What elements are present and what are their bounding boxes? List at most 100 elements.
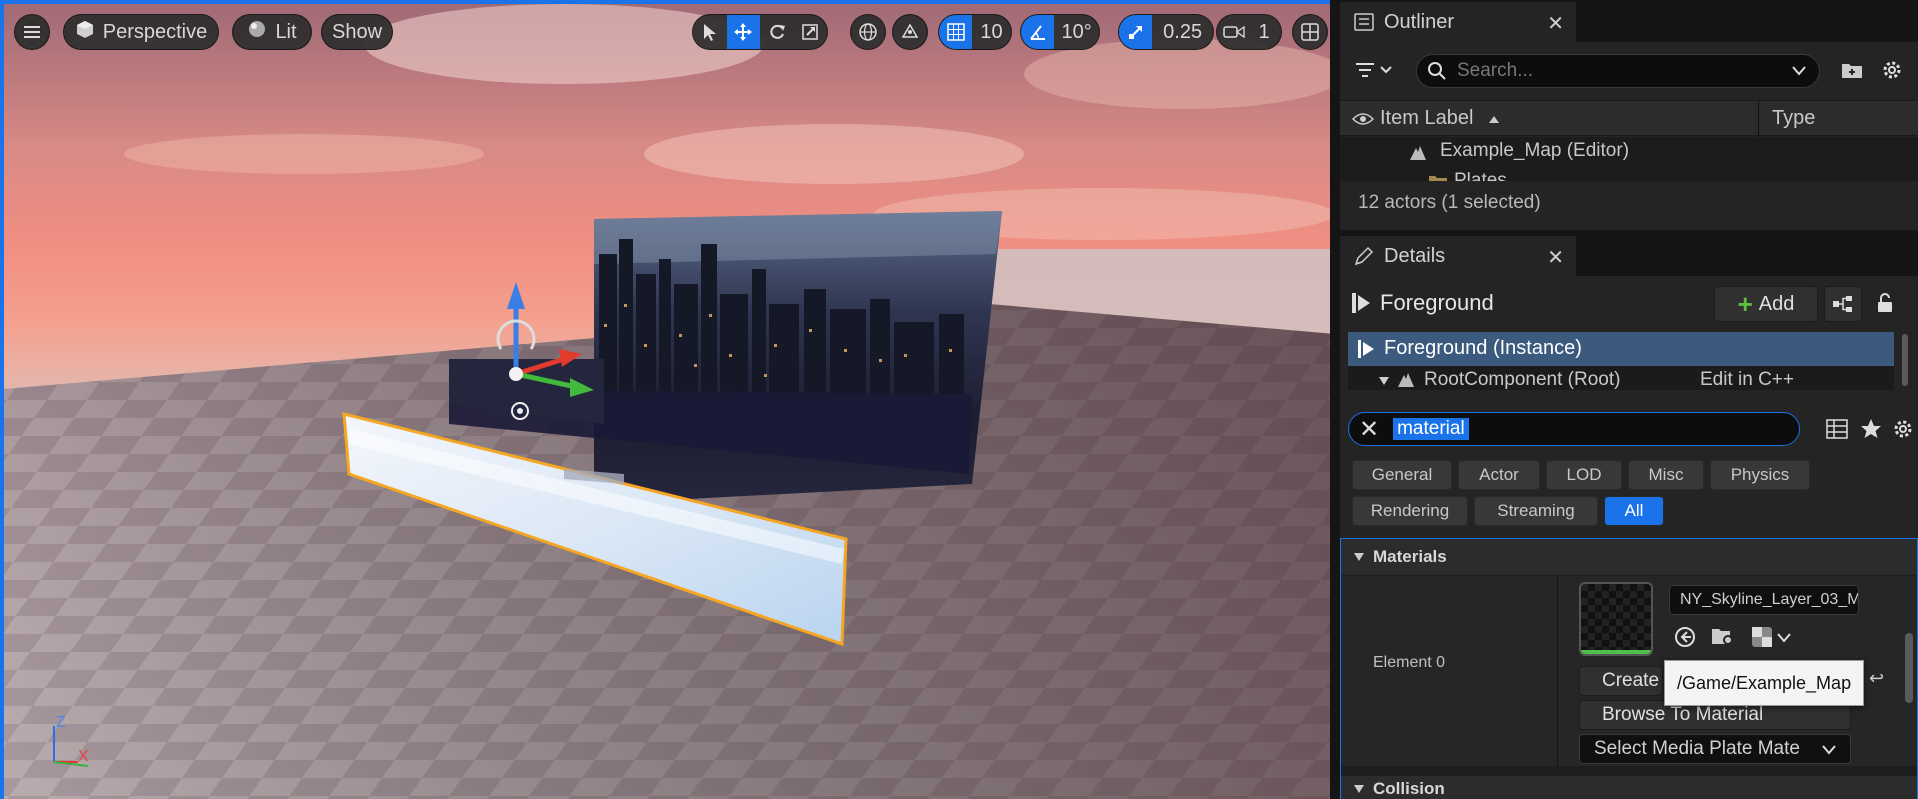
video-camera-icon bbox=[1223, 25, 1245, 39]
reset-icon[interactable]: ↩ bbox=[1869, 668, 1884, 689]
search-icon bbox=[1428, 62, 1446, 80]
outliner-search-input[interactable]: Search... bbox=[1416, 54, 1820, 88]
camera-speed-value: 1 bbox=[1258, 20, 1270, 43]
root-component-row[interactable]: RootComponent (Root) Edit in C++ bbox=[1348, 368, 1894, 390]
grid-snap-toggle[interactable] bbox=[939, 15, 973, 49]
rotate-icon bbox=[770, 24, 785, 39]
pencil-icon bbox=[1354, 246, 1374, 266]
filter-icon bbox=[1356, 63, 1392, 77]
details-scrollbar[interactable] bbox=[1905, 633, 1913, 703]
materials-header[interactable]: Materials bbox=[1341, 539, 1917, 575]
close-icon[interactable]: ✕ bbox=[1547, 11, 1564, 36]
category-physics[interactable]: Physics bbox=[1710, 460, 1810, 490]
perspective-button[interactable]: Perspective bbox=[63, 14, 219, 50]
property-divider[interactable] bbox=[1557, 576, 1558, 766]
scale-tool[interactable] bbox=[794, 15, 828, 49]
triangle-down-icon bbox=[1354, 553, 1364, 561]
eye-icon[interactable] bbox=[1352, 111, 1374, 127]
sort-ascending-icon bbox=[1489, 116, 1499, 123]
tab-details[interactable]: Details ✕ bbox=[1340, 236, 1576, 276]
world-local-toggle[interactable] bbox=[850, 14, 886, 50]
triangle-down-icon bbox=[1379, 377, 1389, 385]
browse-folder-icon[interactable] bbox=[1711, 626, 1737, 648]
category-lod[interactable]: LOD bbox=[1546, 460, 1622, 490]
grid-size-value[interactable]: 10 bbox=[972, 15, 1011, 49]
show-button[interactable]: Show bbox=[321, 14, 393, 50]
category-actor[interactable]: Actor bbox=[1458, 460, 1540, 490]
material-thumbnail[interactable] bbox=[1579, 582, 1653, 656]
create-button[interactable]: Create bbox=[1579, 666, 1663, 696]
scale-snap-group: 0.25 bbox=[1118, 14, 1214, 50]
globe-icon bbox=[859, 23, 877, 41]
outliner-row-plates: Plates bbox=[1454, 170, 1507, 181]
material-name: NY_Skyline_Layer_03_Mat bbox=[1680, 591, 1859, 608]
tab-outliner[interactable]: Outliner ✕ bbox=[1340, 2, 1576, 42]
category-all[interactable]: All bbox=[1604, 496, 1664, 526]
add-folder-button[interactable] bbox=[1836, 54, 1868, 86]
details-search-input[interactable]: ✕ material bbox=[1348, 412, 1800, 446]
column-divider[interactable] bbox=[1758, 101, 1759, 137]
component-instance-row[interactable]: Foreground (Instance) bbox=[1348, 332, 1894, 366]
outliner-panel: Search... Item Label Type Example_Map (E… bbox=[1340, 42, 1918, 230]
blueprint-button[interactable] bbox=[1824, 286, 1862, 322]
show-label: Show bbox=[331, 20, 383, 43]
rotation-snap-value[interactable]: 10° bbox=[1054, 15, 1099, 49]
component-instance-label: Foreground (Instance) bbox=[1384, 337, 1582, 359]
rotate-tool[interactable] bbox=[760, 15, 794, 49]
list-item[interactable]: Example_Map (Editor) bbox=[1340, 137, 1918, 167]
category-misc[interactable]: Misc bbox=[1628, 460, 1704, 490]
outliner-row-map: Example_Map (Editor) bbox=[1440, 140, 1630, 161]
folder-add-icon bbox=[1842, 64, 1862, 78]
camera-icon-seg bbox=[1217, 15, 1251, 49]
translate-tool[interactable] bbox=[726, 15, 760, 49]
surface-snapping-toggle[interactable] bbox=[892, 14, 928, 50]
collision-header[interactable]: Collision bbox=[1341, 776, 1917, 799]
viewport-layout-button[interactable] bbox=[1292, 14, 1328, 50]
plus-icon: + bbox=[1737, 288, 1753, 319]
close-icon[interactable]: ✕ bbox=[1547, 245, 1564, 270]
chevron-down-icon bbox=[1822, 745, 1836, 755]
category-streaming[interactable]: Streaming bbox=[1474, 496, 1598, 526]
col-type[interactable]: Type bbox=[1772, 107, 1815, 130]
unlock-icon[interactable] bbox=[1876, 292, 1896, 314]
lit-sphere-icon bbox=[247, 19, 267, 45]
move-icon bbox=[734, 23, 753, 41]
right-panel: Outliner ✕ Search... Item Label Type Exa… bbox=[1330, 0, 1918, 799]
select-media-plate-material-dropdown[interactable]: Select Media Plate Mate bbox=[1579, 734, 1851, 764]
add-component-button[interactable]: + Add bbox=[1714, 286, 1818, 322]
edit-in-cpp-link[interactable]: Edit in C++ bbox=[1700, 369, 1794, 390]
material-asset-field[interactable]: NY_Skyline_Layer_03_Mat bbox=[1669, 585, 1859, 615]
rotation-snap-toggle[interactable] bbox=[1021, 15, 1055, 49]
category-rendering[interactable]: Rendering bbox=[1352, 496, 1468, 526]
scene-render[interactable] bbox=[4, 4, 1330, 799]
lit-button[interactable]: Lit bbox=[232, 14, 312, 50]
clear-search-icon[interactable]: ✕ bbox=[1359, 415, 1379, 444]
list-item[interactable]: Plates bbox=[1340, 167, 1918, 181]
scale-snap-toggle[interactable] bbox=[1119, 15, 1153, 49]
select-tool[interactable] bbox=[693, 15, 727, 49]
table-view-icon[interactable] bbox=[1826, 419, 1848, 439]
chevron-down-icon[interactable] bbox=[1777, 633, 1791, 643]
grid-snap-group: 10 bbox=[938, 14, 1012, 50]
checker-material-icon[interactable] bbox=[1751, 626, 1773, 648]
filter-button[interactable] bbox=[1352, 54, 1396, 86]
cube-icon bbox=[75, 19, 95, 45]
browse-label: Browse To Material bbox=[1602, 704, 1764, 725]
camera-speed-group[interactable]: 1 bbox=[1216, 14, 1282, 50]
component-tree-scrollbar[interactable] bbox=[1902, 334, 1908, 386]
use-selected-icon[interactable] bbox=[1673, 625, 1697, 649]
gear-icon[interactable] bbox=[1892, 418, 1914, 440]
outliner-search-placeholder: Search... bbox=[1457, 60, 1534, 81]
scene-component-icon bbox=[1398, 373, 1414, 387]
level-viewport[interactable]: Perspective Lit Show 10 10° 0.25 1 Z X bbox=[0, 0, 1330, 799]
add-label: Add bbox=[1758, 292, 1795, 315]
element-0-label: Element 0 bbox=[1373, 654, 1446, 671]
scale-icon bbox=[802, 24, 818, 40]
star-icon[interactable] bbox=[1860, 418, 1882, 440]
actor-name[interactable]: Foreground bbox=[1380, 290, 1494, 316]
col-item-label[interactable]: Item Label bbox=[1380, 107, 1473, 130]
scale-snap-value[interactable]: 0.25 bbox=[1152, 15, 1213, 49]
viewport-menu-button[interactable] bbox=[14, 14, 50, 50]
category-general[interactable]: General bbox=[1352, 460, 1452, 490]
outliner-settings-button[interactable] bbox=[1876, 54, 1908, 86]
